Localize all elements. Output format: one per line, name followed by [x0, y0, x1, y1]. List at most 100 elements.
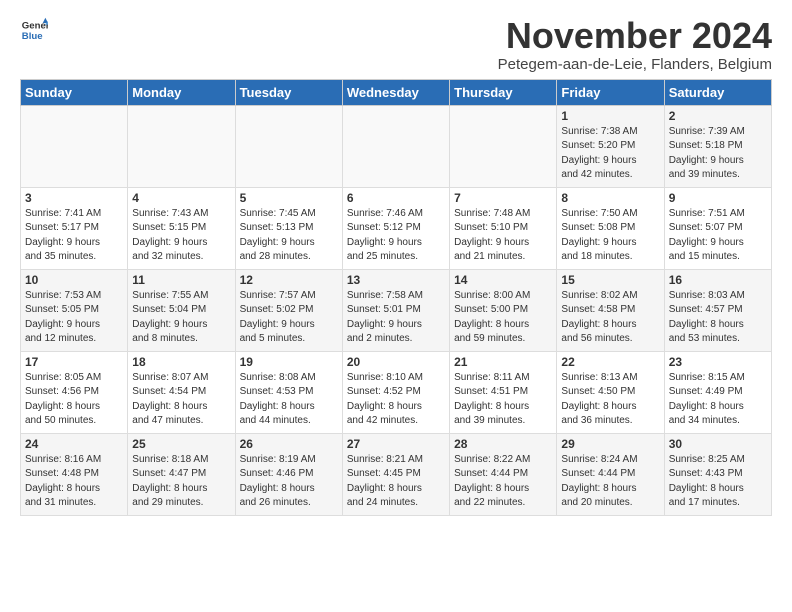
day-info: Sunrise: 8:16 AM Sunset: 4:48 PM Dayligh… [25, 453, 123, 511]
day-info: Sunrise: 7:41 AM Sunset: 5:17 PM Dayligh… [25, 207, 123, 265]
calendar-cell-w3-d3: 12 Sunrise: 7:57 AM Sunset: 5:02 PM Dayli… [235, 269, 342, 351]
week-row-3: 10Sunrise: 7:53 AM Sunset: 5:05 PM Dayli… [21, 269, 772, 351]
calendar-cell-w1-d4 [342, 105, 449, 187]
day-number: 4 [132, 191, 230, 205]
week-row-1: 1Sunrise: 7:38 AM Sunset: 5:20 PM Daylig… [21, 105, 772, 187]
day-info: Sunrise: 8:08 AM Sunset: 4:53 PM Dayligh… [240, 371, 338, 429]
day-number: 27 [347, 437, 445, 451]
day-number: 7 [454, 191, 552, 205]
svg-text:Blue: Blue [22, 31, 43, 42]
day-info: Sunrise: 7:53 AM Sunset: 5:05 PM Dayligh… [25, 289, 123, 347]
calendar-cell-w3-d2: 11Sunrise: 7:55 AM Sunset: 5:04 PM Dayli… [128, 269, 235, 351]
day-number: 28 [454, 437, 552, 451]
day-number: 29 [561, 437, 659, 451]
day-number: 19 [240, 355, 338, 369]
day-info: Sunrise: 7:57 AM Sunset: 5:02 PM Dayligh… [240, 289, 338, 347]
calendar-cell-w2-d5: 7 Sunrise: 7:48 AM Sunset: 5:10 PM Daylig… [450, 187, 557, 269]
day-number: 20 [347, 355, 445, 369]
week-row-4: 17 Sunrise: 8:05 AM Sunset: 4:56 PM Dayli… [21, 351, 772, 433]
header-sunday: Sunday [21, 79, 128, 105]
week-row-2: 3 Sunrise: 7:41 AM Sunset: 5:17 PM Daylig… [21, 187, 772, 269]
day-number: 13 [347, 273, 445, 287]
day-info: Sunrise: 7:45 AM Sunset: 5:13 PM Dayligh… [240, 207, 338, 265]
header: General Blue November 2024 Petegem-aan-d… [20, 16, 772, 73]
calendar-cell-w1-d5 [450, 105, 557, 187]
day-number: 24 [25, 437, 123, 451]
month-title: November 2024 [498, 16, 772, 56]
calendar-cell-w4-d4: 20Sunrise: 8:10 AM Sunset: 4:52 PM Dayli… [342, 351, 449, 433]
calendar-cell-w2-d1: 3 Sunrise: 7:41 AM Sunset: 5:17 PM Daylig… [21, 187, 128, 269]
calendar-cell-w2-d3: 5 Sunrise: 7:45 AM Sunset: 5:13 PM Daylig… [235, 187, 342, 269]
calendar-header-row: Sunday Monday Tuesday Wednesday Thursday… [21, 79, 772, 105]
header-wednesday: Wednesday [342, 79, 449, 105]
page-container: General Blue November 2024 Petegem-aan-d… [0, 0, 792, 526]
day-number: 23 [669, 355, 767, 369]
day-number: 15 [561, 273, 659, 287]
day-info: Sunrise: 7:38 AM Sunset: 5:20 PM Dayligh… [561, 125, 659, 183]
calendar-cell-w1-d7: 2 Sunrise: 7:39 AM Sunset: 5:18 PM Daylig… [664, 105, 771, 187]
calendar-cell-w5-d1: 24 Sunrise: 8:16 AM Sunset: 4:48 PM Dayli… [21, 433, 128, 515]
day-info: Sunrise: 8:22 AM Sunset: 4:44 PM Dayligh… [454, 453, 552, 511]
day-info: Sunrise: 7:55 AM Sunset: 5:04 PM Dayligh… [132, 289, 230, 347]
day-number: 8 [561, 191, 659, 205]
calendar-cell-w5-d2: 25 Sunrise: 8:18 AM Sunset: 4:47 PM Dayli… [128, 433, 235, 515]
calendar-cell-w4-d6: 22Sunrise: 8:13 AM Sunset: 4:50 PM Dayli… [557, 351, 664, 433]
day-info: Sunrise: 7:39 AM Sunset: 5:18 PM Dayligh… [669, 125, 767, 183]
calendar: Sunday Monday Tuesday Wednesday Thursday… [20, 79, 772, 516]
calendar-cell-w4-d7: 23Sunrise: 8:15 AM Sunset: 4:49 PM Dayli… [664, 351, 771, 433]
day-info: Sunrise: 8:03 AM Sunset: 4:57 PM Dayligh… [669, 289, 767, 347]
day-number: 3 [25, 191, 123, 205]
day-info: Sunrise: 8:11 AM Sunset: 4:51 PM Dayligh… [454, 371, 552, 429]
calendar-cell-w1-d6: 1Sunrise: 7:38 AM Sunset: 5:20 PM Daylig… [557, 105, 664, 187]
day-number: 5 [240, 191, 338, 205]
day-number: 2 [669, 109, 767, 123]
calendar-cell-w3-d6: 15 Sunrise: 8:02 AM Sunset: 4:58 PM Dayli… [557, 269, 664, 351]
calendar-cell-w5-d3: 26 Sunrise: 8:19 AM Sunset: 4:46 PM Dayli… [235, 433, 342, 515]
day-number: 18 [132, 355, 230, 369]
day-number: 26 [240, 437, 338, 451]
day-info: Sunrise: 7:50 AM Sunset: 5:08 PM Dayligh… [561, 207, 659, 265]
day-number: 9 [669, 191, 767, 205]
day-number: 22 [561, 355, 659, 369]
day-info: Sunrise: 7:46 AM Sunset: 5:12 PM Dayligh… [347, 207, 445, 265]
header-thursday: Thursday [450, 79, 557, 105]
day-info: Sunrise: 8:24 AM Sunset: 4:44 PM Dayligh… [561, 453, 659, 511]
calendar-cell-w4-d2: 18 Sunrise: 8:07 AM Sunset: 4:54 PM Dayli… [128, 351, 235, 433]
day-info: Sunrise: 8:05 AM Sunset: 4:56 PM Dayligh… [25, 371, 123, 429]
calendar-cell-w5-d4: 27Sunrise: 8:21 AM Sunset: 4:45 PM Dayli… [342, 433, 449, 515]
header-friday: Friday [557, 79, 664, 105]
header-monday: Monday [128, 79, 235, 105]
header-saturday: Saturday [664, 79, 771, 105]
subtitle: Petegem-aan-de-Leie, Flanders, Belgium [498, 56, 772, 73]
calendar-cell-w2-d4: 6Sunrise: 7:46 AM Sunset: 5:12 PM Daylig… [342, 187, 449, 269]
day-info: Sunrise: 8:02 AM Sunset: 4:58 PM Dayligh… [561, 289, 659, 347]
logo-icon: General Blue [20, 16, 48, 44]
day-info: Sunrise: 7:51 AM Sunset: 5:07 PM Dayligh… [669, 207, 767, 265]
day-info: Sunrise: 7:58 AM Sunset: 5:01 PM Dayligh… [347, 289, 445, 347]
day-info: Sunrise: 8:07 AM Sunset: 4:54 PM Dayligh… [132, 371, 230, 429]
calendar-cell-w2-d7: 9 Sunrise: 7:51 AM Sunset: 5:07 PM Daylig… [664, 187, 771, 269]
day-info: Sunrise: 8:19 AM Sunset: 4:46 PM Dayligh… [240, 453, 338, 511]
day-number: 12 [240, 273, 338, 287]
day-number: 17 [25, 355, 123, 369]
logo: General Blue [20, 16, 48, 44]
day-info: Sunrise: 8:25 AM Sunset: 4:43 PM Dayligh… [669, 453, 767, 511]
calendar-cell-w3-d7: 16Sunrise: 8:03 AM Sunset: 4:57 PM Dayli… [664, 269, 771, 351]
day-info: Sunrise: 7:48 AM Sunset: 5:10 PM Dayligh… [454, 207, 552, 265]
day-info: Sunrise: 8:00 AM Sunset: 5:00 PM Dayligh… [454, 289, 552, 347]
calendar-cell-w3-d1: 10Sunrise: 7:53 AM Sunset: 5:05 PM Dayli… [21, 269, 128, 351]
calendar-cell-w3-d5: 14Sunrise: 8:00 AM Sunset: 5:00 PM Dayli… [450, 269, 557, 351]
calendar-cell-w5-d6: 29 Sunrise: 8:24 AM Sunset: 4:44 PM Dayli… [557, 433, 664, 515]
title-block: November 2024 Petegem-aan-de-Leie, Fland… [498, 16, 772, 73]
calendar-cell-w1-d2 [128, 105, 235, 187]
week-row-5: 24 Sunrise: 8:16 AM Sunset: 4:48 PM Dayli… [21, 433, 772, 515]
day-number: 30 [669, 437, 767, 451]
calendar-cell-w5-d7: 30 Sunrise: 8:25 AM Sunset: 4:43 PM Dayli… [664, 433, 771, 515]
day-number: 25 [132, 437, 230, 451]
header-tuesday: Tuesday [235, 79, 342, 105]
calendar-cell-w1-d3 [235, 105, 342, 187]
day-number: 21 [454, 355, 552, 369]
day-info: Sunrise: 8:18 AM Sunset: 4:47 PM Dayligh… [132, 453, 230, 511]
calendar-cell-w2-d6: 8 Sunrise: 7:50 AM Sunset: 5:08 PM Daylig… [557, 187, 664, 269]
calendar-cell-w4-d3: 19 Sunrise: 8:08 AM Sunset: 4:53 PM Dayli… [235, 351, 342, 433]
